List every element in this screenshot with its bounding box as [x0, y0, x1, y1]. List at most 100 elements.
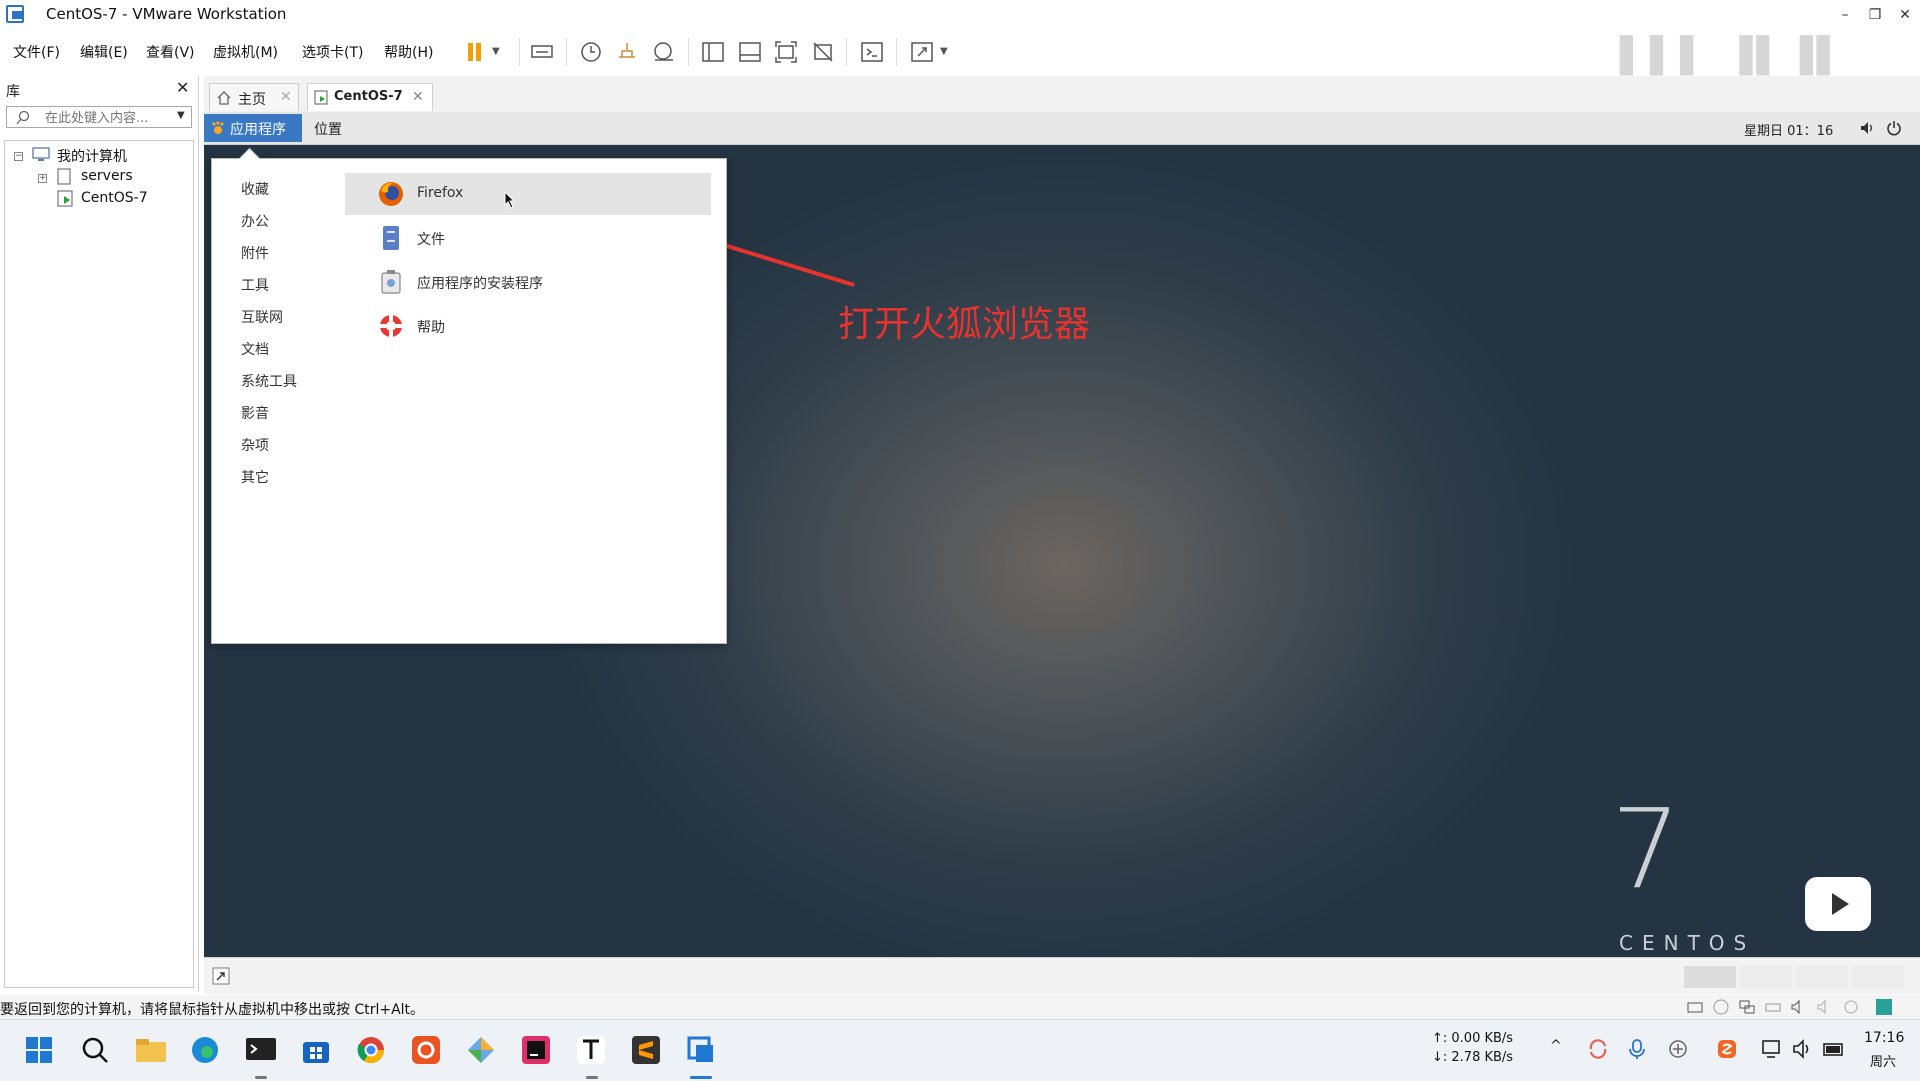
menu-file[interactable]: 文件(F)	[13, 42, 60, 62]
thumbnail-slot[interactable]	[1740, 966, 1792, 988]
menu-edit[interactable]: 编辑(E)	[80, 42, 128, 62]
restore-button[interactable]: ❐	[1860, 3, 1890, 27]
menu-view[interactable]: 查看(V)	[146, 42, 195, 62]
close-library-button[interactable]: ✕	[176, 78, 189, 97]
intellij-idea-icon[interactable]	[521, 1035, 551, 1065]
chrome-browser-icon[interactable]	[356, 1035, 386, 1065]
close-window-button[interactable]: ✕	[1890, 3, 1920, 27]
ubuntu-app-icon[interactable]	[411, 1035, 441, 1065]
send-ctrl-alt-del-button[interactable]	[529, 39, 555, 65]
microphone-icon[interactable]	[1628, 1038, 1646, 1060]
snapshot-manager-button[interactable]	[651, 39, 677, 65]
network-adapter-icon[interactable]	[1738, 998, 1756, 1016]
sync-tray-icon[interactable]	[1587, 1038, 1609, 1060]
power-icon[interactable]	[1886, 120, 1902, 136]
menu-tabs[interactable]: 选项卡(T)	[302, 42, 363, 62]
category-accessories[interactable]: 附件	[241, 243, 269, 263]
thumbnail-bar-button[interactable]	[737, 39, 763, 65]
tree-item-servers[interactable]: servers	[81, 168, 133, 184]
taskbar-clock-time[interactable]: 17:16	[1864, 1030, 1904, 1046]
category-favorites[interactable]: 收藏	[241, 179, 269, 199]
category-office[interactable]: 办公	[241, 211, 269, 231]
category-media[interactable]: 影音	[241, 403, 269, 423]
unity-button[interactable]	[810, 39, 836, 65]
tree-item-my-computer[interactable]: 我的计算机	[57, 146, 127, 166]
package-installer-icon	[381, 270, 401, 294]
search-taskbar-icon[interactable]	[81, 1036, 109, 1064]
pause-dropdown-icon[interactable]: ▼	[492, 46, 500, 57]
edge-browser-icon[interactable]	[190, 1035, 220, 1065]
library-search-box[interactable]: ▼	[6, 106, 192, 128]
diamond-app-icon[interactable]	[466, 1035, 496, 1065]
applications-menu-button[interactable]: 应用程序	[204, 114, 302, 142]
category-internet[interactable]: 互联网	[241, 307, 283, 327]
category-sundry[interactable]: 杂项	[241, 435, 269, 455]
hard-disk-icon[interactable]	[1686, 998, 1704, 1016]
input-method-icon[interactable]	[1667, 1038, 1689, 1060]
vm-guest-display[interactable]: 应用程序 位置 星期日 01：16 打开火狐浏览器 7 CENTOS 收藏 办公…	[204, 112, 1920, 957]
vm-bottom-strip	[204, 957, 1920, 994]
microsoft-store-icon[interactable]	[301, 1035, 331, 1065]
tab-centos-7[interactable]: CentOS-7 ✕	[307, 83, 433, 111]
typora-app-icon[interactable]	[576, 1035, 606, 1065]
usb-icon[interactable]	[1842, 998, 1860, 1016]
app-item-files[interactable]: 文件	[345, 217, 711, 259]
stretch-dropdown-icon[interactable]: ▼	[940, 46, 948, 57]
category-system-tools[interactable]: 系统工具	[241, 371, 297, 391]
tree-item-centos-7[interactable]: CentOS-7	[81, 190, 148, 206]
places-menu-button[interactable]: 位置	[314, 119, 342, 139]
tab-centos-7-close-icon[interactable]: ✕	[412, 89, 424, 105]
file-explorer-icon[interactable]	[135, 1036, 167, 1064]
category-other[interactable]: 其它	[241, 467, 269, 487]
vmware-taskbar-icon[interactable]	[686, 1035, 716, 1065]
sogou-ime-icon[interactable]	[1716, 1038, 1738, 1060]
revert-icon	[619, 43, 635, 58]
guest-clock[interactable]: 星期日 01：16	[1744, 120, 1833, 139]
full-screen-button[interactable]	[773, 39, 799, 65]
category-documents[interactable]: 文档	[241, 339, 269, 359]
printer-icon[interactable]	[1764, 998, 1782, 1016]
minimize-button[interactable]: –	[1830, 3, 1860, 27]
app-item-help[interactable]: 帮助	[345, 305, 711, 347]
show-hidden-icons-chevron[interactable]: ^	[1550, 1038, 1562, 1054]
menu-help[interactable]: 帮助(H)	[384, 42, 433, 62]
library-search-input[interactable]	[43, 108, 167, 128]
tab-home-close-icon[interactable]: ✕	[280, 89, 292, 105]
search-dropdown-icon[interactable]: ▼	[177, 110, 185, 121]
category-tools[interactable]: 工具	[241, 275, 269, 295]
sublime-text-icon[interactable]	[631, 1035, 661, 1065]
thumbnail-slot[interactable]	[1796, 966, 1848, 988]
tab-home-label: 主页	[238, 92, 266, 108]
tab-home[interactable]: 主页 ✕	[209, 83, 299, 111]
cd-drive-icon[interactable]	[1712, 998, 1730, 1016]
sound-card-icon[interactable]	[1790, 998, 1808, 1016]
toolbar-separator	[519, 38, 520, 66]
volume-icon[interactable]	[1860, 121, 1876, 135]
tree-collapse-toggle[interactable]: −	[14, 152, 23, 161]
app-item-firefox[interactable]: Firefox	[345, 173, 711, 215]
display-network-icon[interactable]	[1761, 1038, 1783, 1060]
taskbar-clock-day[interactable]: 周六	[1870, 1051, 1896, 1070]
windows-start-icon[interactable]	[24, 1035, 54, 1065]
revert-snapshot-button[interactable]	[614, 39, 640, 65]
console-view-button[interactable]	[859, 39, 885, 65]
speaker-tray-icon[interactable]	[1792, 1038, 1814, 1060]
firefox-icon	[379, 182, 403, 206]
message-log-icon[interactable]	[1874, 997, 1894, 1017]
video-play-overlay	[1805, 869, 1871, 931]
expand-view-icon[interactable]	[212, 967, 230, 985]
snapshot-button[interactable]	[578, 39, 604, 65]
battery-icon[interactable]	[1822, 1038, 1846, 1060]
vm-running-icon	[57, 190, 73, 207]
computer-icon	[32, 147, 50, 161]
thumbnail-slot[interactable]	[1684, 966, 1736, 988]
terminal-app-icon[interactable]	[245, 1036, 277, 1064]
stretch-guest-button[interactable]	[909, 39, 935, 65]
speaker-muted-icon[interactable]	[1816, 998, 1834, 1016]
menu-vm[interactable]: 虚拟机(M)	[213, 42, 278, 62]
thumbnail-slot[interactable]	[1852, 966, 1904, 988]
pause-button[interactable]	[463, 39, 489, 65]
show-library-button[interactable]	[700, 39, 726, 65]
tree-expand-toggle[interactable]: +	[38, 174, 47, 183]
app-item-software-installer[interactable]: 应用程序的安装程序	[345, 261, 711, 303]
